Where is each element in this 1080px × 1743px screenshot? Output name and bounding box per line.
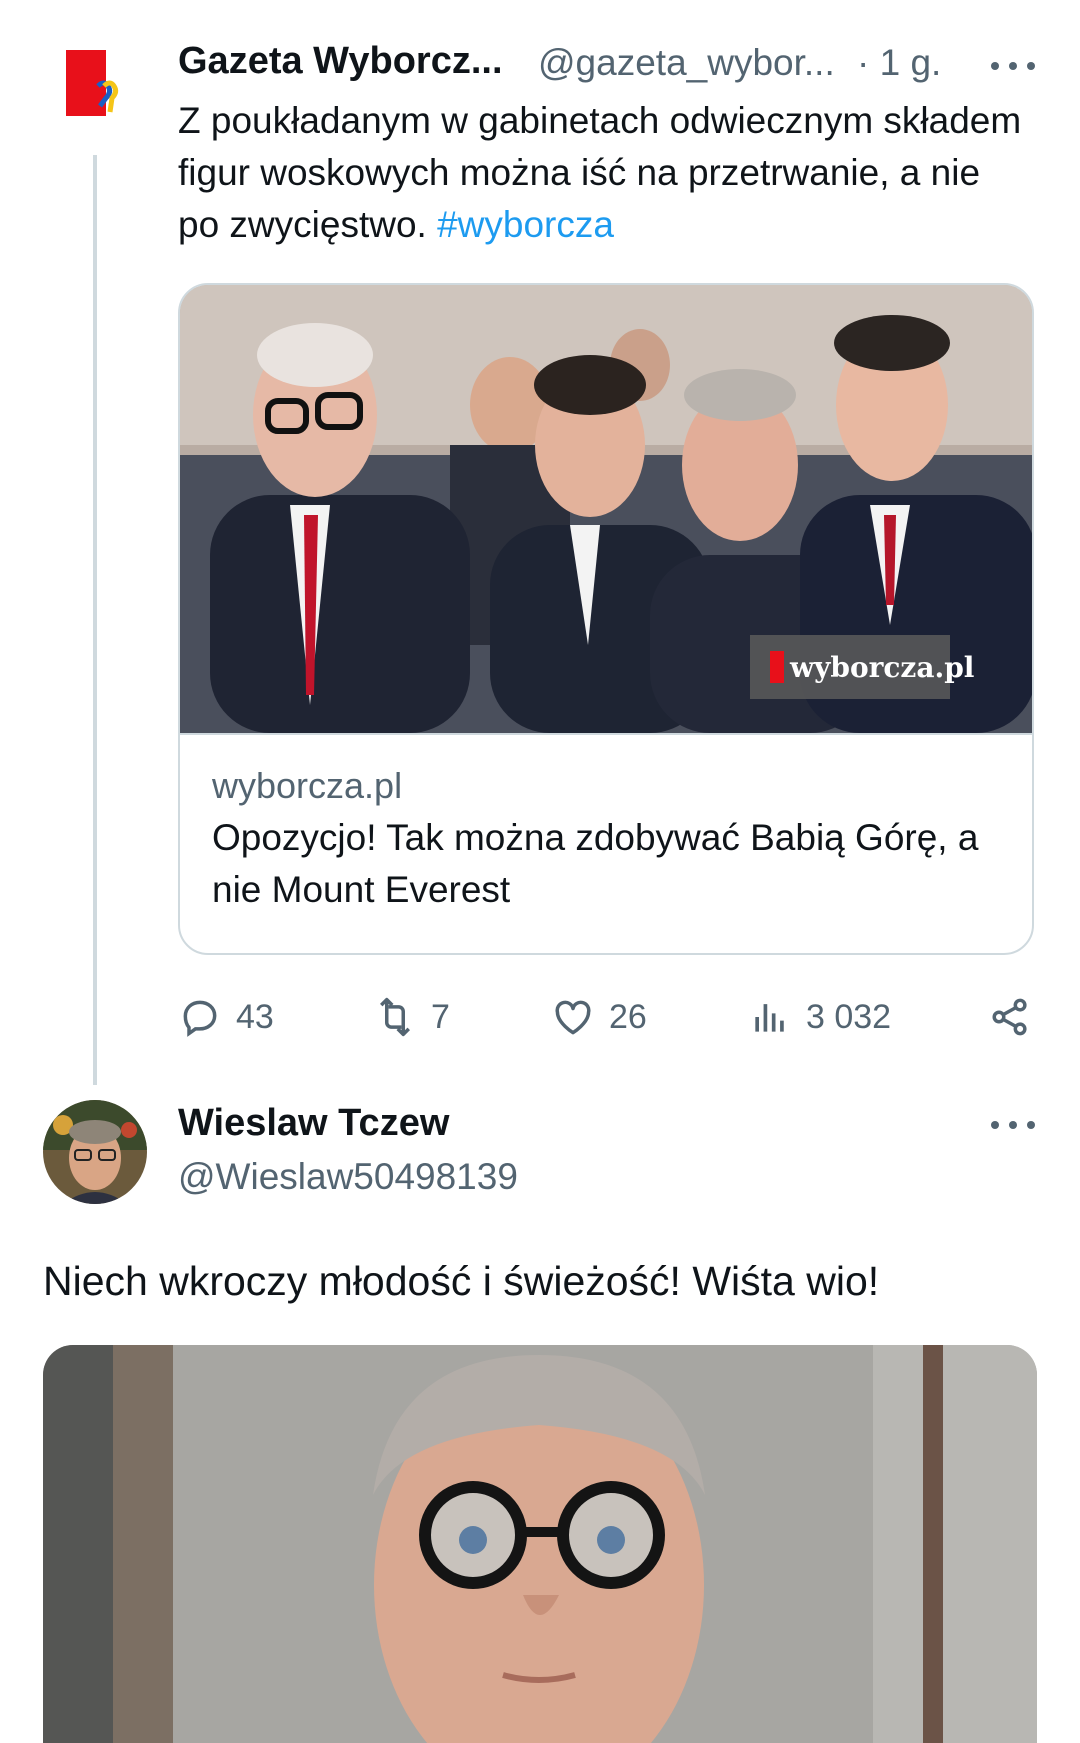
author-name[interactable]: Gazeta Wyborcz... xyxy=(178,40,503,83)
reply-button[interactable]: 43 xyxy=(178,992,274,1042)
retweet-count: 7 xyxy=(431,997,450,1036)
link-preview-card[interactable]: wyborcza.pl wyborcza.pl Opozycjo! Tak mo… xyxy=(178,283,1034,955)
share-button[interactable] xyxy=(988,992,1032,1042)
like-count: 26 xyxy=(609,997,647,1036)
author-name[interactable]: Wieslaw Tczew xyxy=(178,1102,449,1145)
retweet-icon xyxy=(380,997,410,1037)
thread-connector-line xyxy=(93,155,97,1085)
views-icon xyxy=(755,1004,784,1032)
card-title: Opozycjo! Tak można zdobywać Babią Górę,… xyxy=(212,817,979,910)
views-count: 3 032 xyxy=(806,997,892,1036)
share-icon xyxy=(992,998,1027,1036)
tweet-text: Niech wkroczy młodość i świeżość! Wiśta … xyxy=(43,1258,880,1304)
card-divider xyxy=(180,733,1032,735)
author-handle[interactable]: @gazeta_wybor... xyxy=(538,42,835,84)
more-icon[interactable] xyxy=(991,1115,1035,1135)
like-button[interactable]: 26 xyxy=(551,992,647,1042)
more-icon[interactable] xyxy=(991,56,1035,76)
article-photo: wyborcza.pl xyxy=(180,285,1032,733)
reply-icon xyxy=(183,1000,217,1037)
like-icon xyxy=(555,1000,591,1035)
user-avatar[interactable] xyxy=(43,1100,147,1204)
gazeta-wyborcza-avatar[interactable] xyxy=(40,40,145,145)
tweet-text: Z poukładanym w gabinetach odwiecznym sk… xyxy=(178,95,1028,251)
views-button[interactable]: 3 032 xyxy=(748,992,891,1042)
retweet-button[interactable]: 7 xyxy=(373,992,450,1042)
watermark-text: wyborcza.pl xyxy=(789,651,974,684)
tweet-photo[interactable] xyxy=(43,1345,1037,1743)
card-domain: wyborcza.pl xyxy=(212,765,403,806)
tweet-timestamp[interactable]: · 1 g. xyxy=(857,42,941,84)
reply-count: 43 xyxy=(236,997,274,1036)
hashtag-link[interactable]: #wyborcza xyxy=(437,204,614,245)
author-handle[interactable]: @Wieslaw50498139 xyxy=(178,1156,518,1198)
